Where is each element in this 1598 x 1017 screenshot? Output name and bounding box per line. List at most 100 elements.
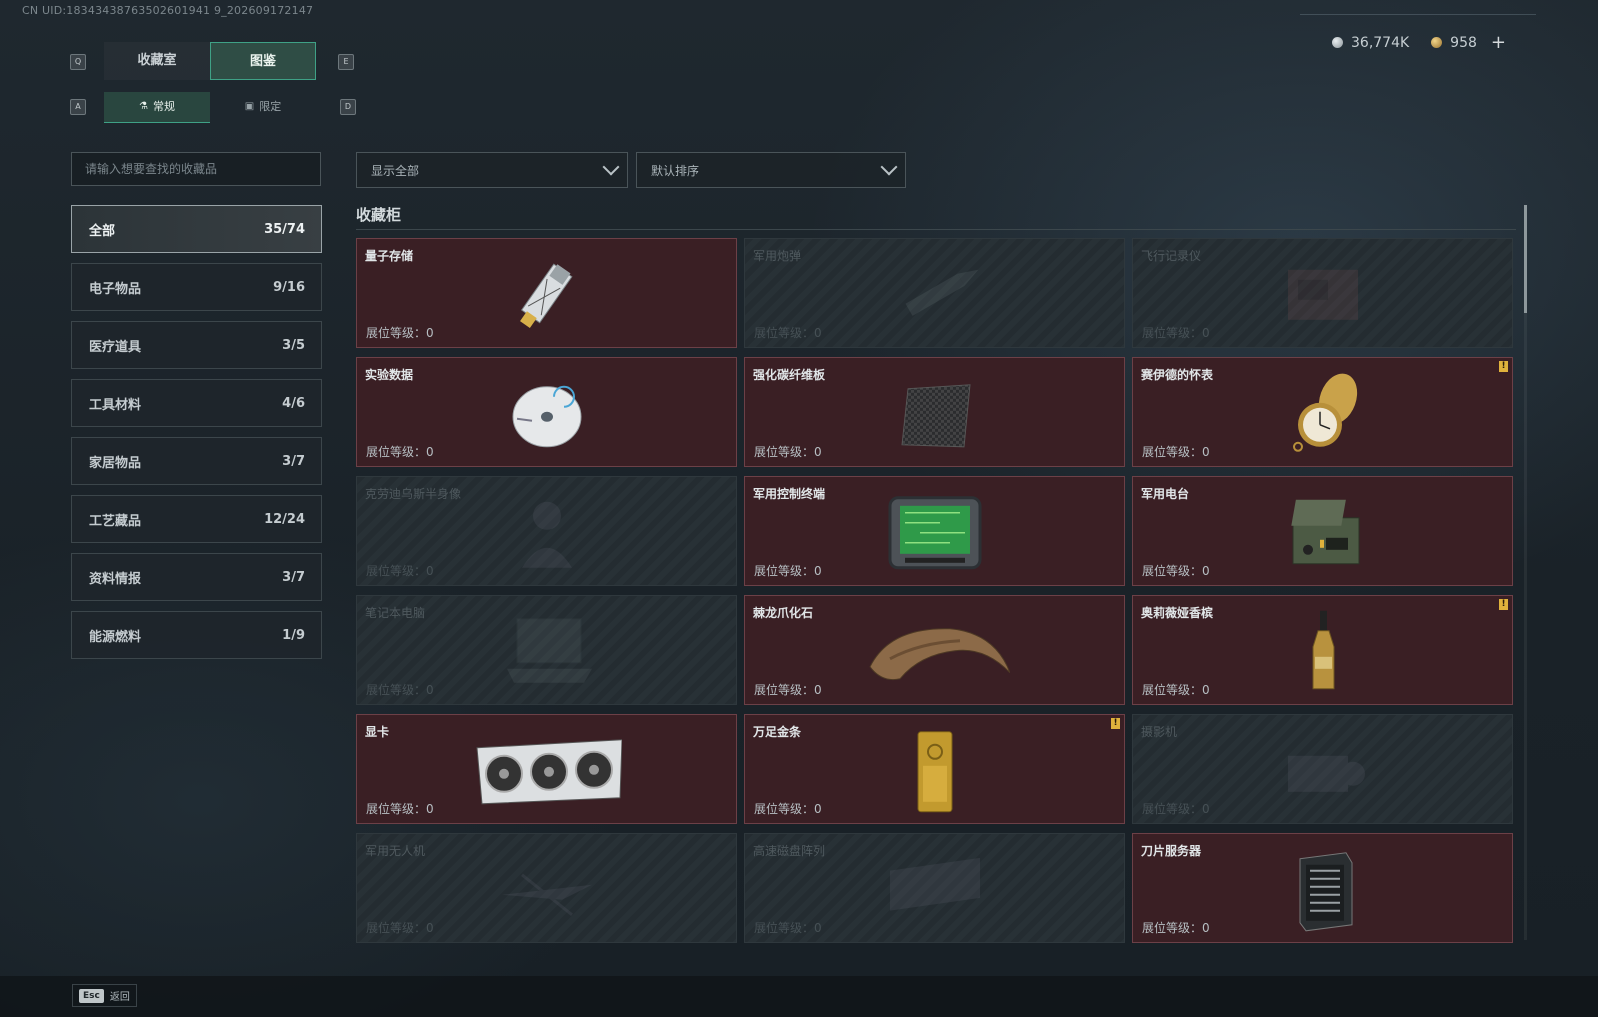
tab-regular[interactable]: ⚗ 常规: [104, 92, 210, 123]
item-name: 摄影机: [1141, 725, 1178, 739]
item-name: 军用电台: [1141, 487, 1190, 501]
alert-badge-icon: !: [1499, 361, 1508, 372]
section-title: 收藏柜: [356, 206, 402, 224]
category-crafts[interactable]: 工艺藏品 12/24: [71, 495, 322, 543]
tab-collection-room[interactable]: 收藏室: [104, 42, 210, 80]
item-level: 展位等级：0: [754, 802, 822, 816]
category-count: 4/6: [282, 395, 305, 411]
category-tools[interactable]: 工具材料 4/6: [71, 379, 322, 427]
item-name: 军用炮弹: [753, 249, 802, 263]
item-name: 高速磁盘阵列: [753, 844, 826, 858]
item-card[interactable]: 军用无人机展位等级：0: [356, 833, 737, 943]
item-level: 展位等级：0: [366, 921, 434, 935]
item-name: 量子存储: [365, 249, 414, 263]
category-label: 全部: [89, 223, 116, 239]
tab-catalog[interactable]: 图鉴: [210, 42, 316, 80]
chevron-down-icon: [602, 158, 620, 176]
item-level: 展位等级：0: [366, 564, 434, 578]
sort-value: 默认排序: [651, 163, 700, 178]
item-level: 展位等级：0: [1142, 683, 1210, 697]
chevron-down-icon: [880, 158, 898, 176]
item-name: 实验数据: [365, 368, 414, 382]
category-label: 医疗道具: [89, 339, 142, 355]
item-name: 军用控制终端: [753, 487, 826, 501]
category-count: 3/7: [282, 569, 305, 585]
back-button[interactable]: Esc 返回: [72, 984, 137, 1007]
item-name: 棘龙爪化石: [753, 606, 814, 620]
flask-icon: ⚗: [139, 101, 148, 112]
item-name: 刀片服务器: [1141, 844, 1202, 858]
key-d-hint: D: [340, 99, 356, 115]
silver-amount: 36,774K: [1351, 34, 1410, 51]
key-a-hint: A: [70, 99, 86, 115]
category-intel[interactable]: 资料情报 3/7: [71, 553, 322, 601]
category-count: 9/16: [273, 279, 305, 295]
item-card[interactable]: 军用电台展位等级：0: [1132, 476, 1513, 586]
key-q-hint: Q: [70, 54, 86, 70]
item-card[interactable]: 棘龙爪化石展位等级：0: [744, 595, 1125, 705]
section-divider: [356, 229, 1516, 230]
item-level: 展位等级：0: [754, 683, 822, 697]
item-name: 显卡: [365, 725, 390, 739]
category-energy[interactable]: 能源燃料 1/9: [71, 611, 322, 659]
category-all[interactable]: 全部 35/74: [71, 205, 322, 253]
currency-bar: 36,774K 958 +: [1332, 32, 1506, 53]
item-card[interactable]: 军用控制终端 展位等级：0: [744, 476, 1125, 586]
sort-dropdown[interactable]: 默认排序: [636, 152, 906, 188]
back-label: 返回: [109, 992, 130, 1003]
category-list: 全部 35/74 电子物品 9/16 医疗道具 3/5 工具材料 4/6 家居物…: [71, 205, 322, 669]
item-card[interactable]: 摄影机 展位等级：0: [1132, 714, 1513, 824]
alert-badge-icon: !: [1499, 599, 1508, 610]
item-name: 强化碳纤维板: [753, 368, 826, 382]
item-level: 展位等级：0: [754, 326, 822, 340]
tab-regular-label: 常规: [152, 100, 175, 113]
item-card[interactable]: 显卡展位等级：0: [356, 714, 737, 824]
search-input[interactable]: [71, 152, 321, 186]
gold-amount: 958: [1450, 34, 1477, 51]
item-card[interactable]: 军用炮弹展位等级：0: [744, 238, 1125, 348]
item-card[interactable]: 万足金条 展位等级：0!: [744, 714, 1125, 824]
tab-limited[interactable]: ▣ 限定: [210, 92, 316, 122]
category-household[interactable]: 家居物品 3/7: [71, 437, 322, 485]
category-count: 12/24: [264, 511, 305, 527]
add-currency-button[interactable]: +: [1491, 32, 1506, 53]
item-level: 展位等级：0: [754, 445, 822, 459]
item-card[interactable]: 赛伊德的怀表 展位等级：0!: [1132, 357, 1513, 467]
item-name: 军用无人机: [365, 844, 426, 858]
main-tabs: 收藏室 图鉴: [104, 42, 316, 80]
category-electronics[interactable]: 电子物品 9/16: [71, 263, 322, 311]
item-name: 笔记本电脑: [365, 606, 426, 620]
item-name: 奥莉薇娅香槟: [1141, 606, 1214, 620]
uid-text: CN UID:18343438763502601941 9_2026091721…: [22, 4, 314, 17]
item-card[interactable]: 笔记本电脑 展位等级：0: [356, 595, 737, 705]
category-medical[interactable]: 医疗道具 3/5: [71, 321, 322, 369]
category-label: 家居物品: [89, 455, 142, 471]
item-card[interactable]: 克劳迪乌斯半身像 展位等级：0: [356, 476, 737, 586]
esc-key-icon: Esc: [79, 988, 104, 1003]
item-level: 展位等级：0: [1142, 564, 1210, 578]
item-name: 飞行记录仪: [1141, 249, 1202, 263]
item-level: 展位等级：0: [366, 802, 434, 816]
item-level: 展位等级：0: [366, 445, 434, 459]
item-card[interactable]: 刀片服务器 展位等级：0: [1132, 833, 1513, 943]
item-card[interactable]: 奥莉薇娅香槟 展位等级：0!: [1132, 595, 1513, 705]
alert-badge-icon: !: [1111, 718, 1120, 729]
category-label: 工艺藏品: [89, 513, 142, 529]
collection-screen: CN UID:18343438763502601941 9_2026091721…: [0, 0, 1598, 1017]
category-label: 电子物品: [89, 281, 142, 297]
filter-dropdown[interactable]: 显示全部: [356, 152, 628, 188]
scrollbar-thumb[interactable]: [1524, 205, 1527, 313]
item-level: 展位等级：0: [754, 564, 822, 578]
gold-coin-icon: [1431, 37, 1443, 48]
category-label: 能源燃料: [89, 629, 142, 645]
item-card[interactable]: 量子存储 展位等级：0: [356, 238, 737, 348]
item-name: 克劳迪乌斯半身像: [365, 487, 462, 501]
item-card[interactable]: 强化碳纤维板 展位等级：0: [744, 357, 1125, 467]
category-label: 工具材料: [89, 397, 142, 413]
category-count: 35/74: [264, 221, 305, 237]
item-card[interactable]: 高速磁盘阵列 展位等级：0: [744, 833, 1125, 943]
category-count: 1/9: [282, 627, 305, 643]
item-card[interactable]: 实验数据展位等级：0: [356, 357, 737, 467]
item-level: 展位等级：0: [1142, 445, 1210, 459]
item-card[interactable]: 飞行记录仪 展位等级：0: [1132, 238, 1513, 348]
